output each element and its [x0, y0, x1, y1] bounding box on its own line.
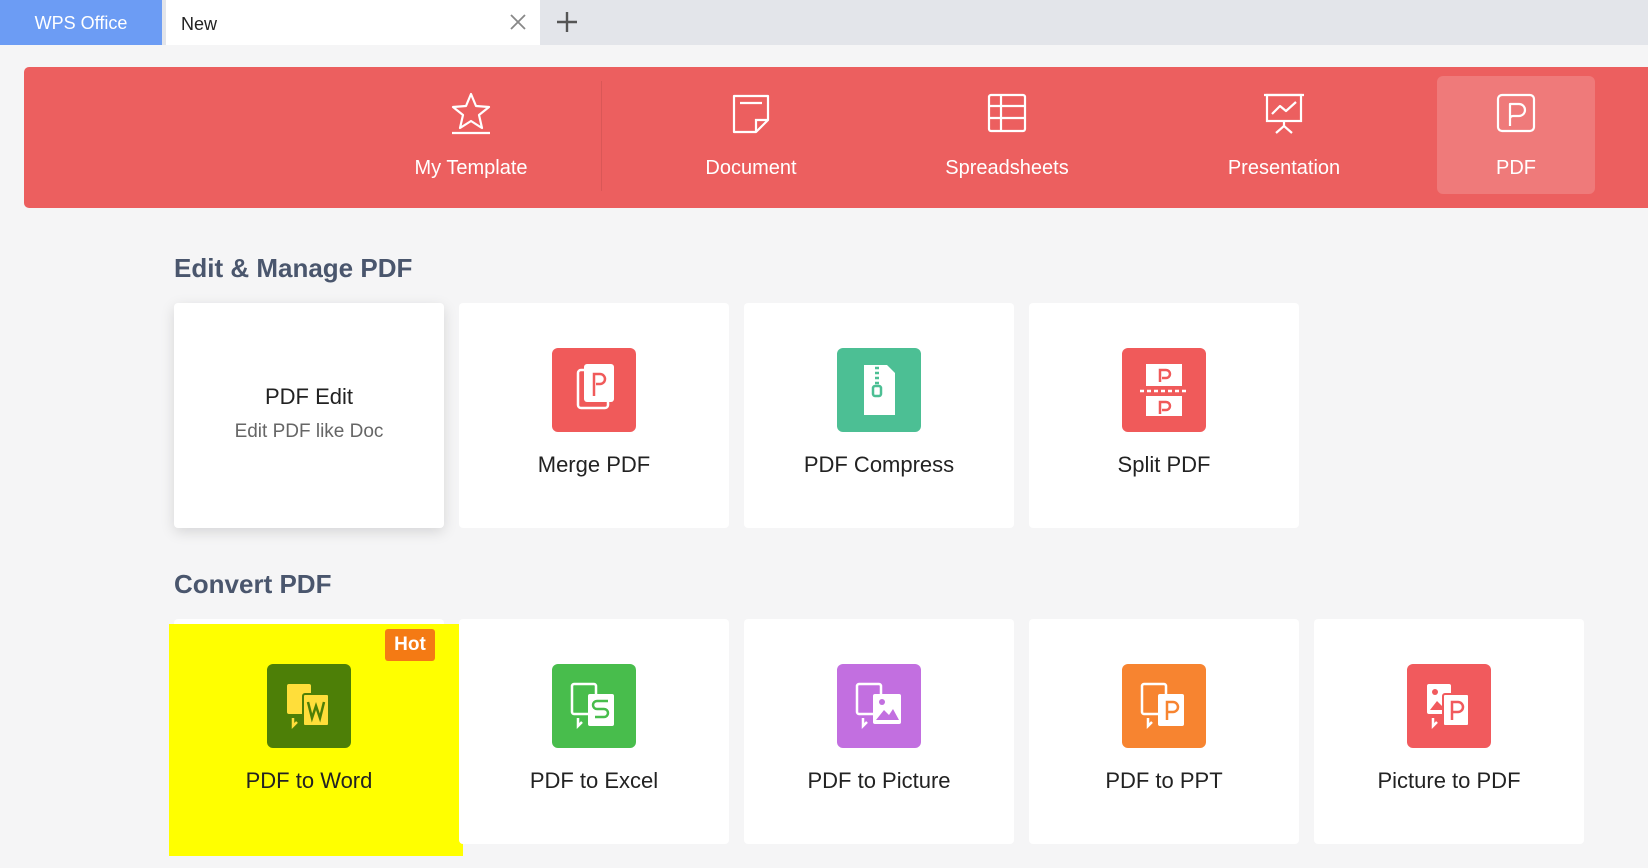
new-tab-plus-icon[interactable] [554, 9, 580, 35]
split-pdf-icon [1122, 348, 1206, 432]
category-label: Document [705, 157, 797, 179]
presentation-icon [1264, 93, 1304, 134]
category-my-template[interactable]: My Template [392, 76, 550, 194]
card-pdf-to-excel[interactable]: PDF to Excel [459, 619, 729, 844]
card-title: Picture to PDF [1377, 768, 1521, 793]
compress-icon [837, 348, 921, 432]
card-pdf-to-picture[interactable]: PDF to Picture [744, 619, 1014, 844]
category-label: PDF [1496, 157, 1536, 179]
pdf-to-picture-icon [837, 664, 921, 748]
document-icon [732, 94, 770, 134]
card-title: Merge PDF [537, 452, 651, 477]
category-label: Spreadsheets [945, 157, 1069, 179]
hot-badge: Hot [385, 629, 435, 661]
card-title: Split PDF [1117, 452, 1211, 477]
card-title: PDF to Excel [529, 768, 659, 793]
card-picture-to-pdf[interactable]: Picture to PDF [1314, 619, 1584, 844]
document-tab-label: New [181, 14, 218, 34]
document-tab[interactable]: New [166, 0, 540, 45]
category-label: My Template [414, 157, 528, 179]
card-pdf-edit[interactable]: PDF Edit Edit PDF like Doc [174, 303, 444, 528]
category-label: Presentation [1227, 157, 1341, 179]
card-pdf-to-ppt[interactable]: PDF to PPT [1029, 619, 1299, 844]
card-title: PDF to PPT [1105, 768, 1223, 793]
tab-bar: WPS Office New [0, 0, 1648, 45]
picture-to-pdf-icon [1407, 664, 1491, 748]
card-merge-pdf[interactable]: Merge PDF [459, 303, 729, 528]
pdf-icon [1496, 93, 1536, 133]
card-title: PDF Edit [264, 384, 354, 409]
pdf-to-word-icon [267, 664, 351, 748]
card-pdf-compress[interactable]: PDF Compress [744, 303, 1014, 528]
merge-pdf-icon [552, 348, 636, 432]
banner-divider [601, 81, 602, 191]
section-title-edit: Edit & Manage PDF [174, 253, 413, 283]
section-title-convert: Convert PDF [174, 569, 332, 599]
card-subtitle: Edit PDF like Doc [234, 421, 384, 442]
card-title: PDF Compress [803, 452, 955, 477]
category-presentation[interactable]: Presentation [1205, 76, 1363, 194]
category-pdf[interactable]: PDF [1437, 76, 1595, 194]
card-split-pdf[interactable]: Split PDF [1029, 303, 1299, 528]
category-document[interactable]: Document [672, 76, 830, 194]
close-icon[interactable] [508, 12, 528, 32]
category-banner: My Template Document Spreadsheets Presen… [24, 67, 1648, 208]
pdf-to-excel-icon [552, 664, 636, 748]
app-tab[interactable]: WPS Office [0, 0, 162, 45]
spreadsheet-icon [987, 93, 1027, 133]
pdf-to-ppt-icon [1122, 664, 1206, 748]
category-spreadsheets[interactable]: Spreadsheets [928, 76, 1086, 194]
card-title: PDF to Picture [807, 768, 951, 793]
star-icon [451, 92, 491, 135]
card-title: PDF to Word [245, 768, 373, 793]
